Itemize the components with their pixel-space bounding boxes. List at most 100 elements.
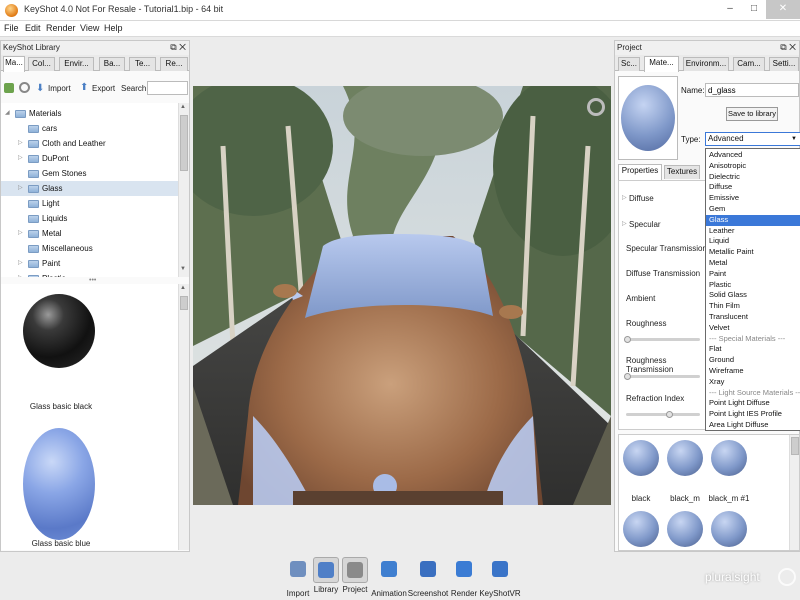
scroll-up-arrow-icon[interactable]: ▲ [180,285,186,291]
refresh-icon[interactable] [4,83,14,93]
library-search-input[interactable] [147,81,188,95]
tab-renders[interactable]: Re... [160,57,188,71]
tree-scrollbar[interactable]: ▲ ▼ [178,103,189,277]
tree-item[interactable]: ▷ Cloth and Leather [1,136,179,151]
tree-item[interactable]: cars [1,121,179,136]
roughness-transmission-slider[interactable] [624,373,700,380]
tab-material[interactable]: Mate... [644,56,679,72]
screenshot-toolbar-button[interactable]: Screenshot [408,557,448,598]
dropdown-option[interactable]: Velvet [706,323,800,334]
panel-float-close-icons[interactable]: ⧉ ✕ [780,42,796,53]
expand-triangle-icon[interactable]: ▷ [622,220,627,227]
render-viewport[interactable] [193,86,611,505]
expand-triangle-icon[interactable]: ▷ [18,181,23,196]
material-thumb[interactable] [711,511,747,547]
tree-item[interactable]: Gem Stones [1,166,179,181]
tab-camera[interactable]: Cam... [733,57,765,71]
dropdown-option[interactable]: Xray [706,377,800,388]
tree-item[interactable]: ▷ Paint [1,256,179,271]
material-thumb-black-m-1[interactable] [711,440,747,476]
menu-help[interactable]: Help [104,23,123,33]
scroll-up-arrow-icon[interactable]: ▲ [180,104,186,110]
menu-file[interactable]: File [4,23,19,33]
tab-backplates[interactable]: Ba... [99,57,125,71]
tree-item[interactable]: Light [1,196,179,211]
export-arrow-icon[interactable]: ⬆ [80,82,88,93]
material-thumb-black[interactable] [623,440,659,476]
dropdown-option[interactable]: Paint [706,269,800,280]
menu-edit[interactable]: Edit [25,23,41,33]
tab-materials[interactable]: Ma... [3,56,25,72]
refraction-index-slider-knob[interactable] [666,411,673,418]
animation-toolbar-button[interactable]: Animation [371,557,407,598]
material-thumb[interactable] [667,511,703,547]
dropdown-option[interactable]: Diffuse [706,182,800,193]
expand-triangle-icon[interactable]: ▷ [18,271,23,277]
dropdown-option[interactable]: Point Light Diffuse [706,398,800,409]
dropdown-option[interactable]: Point Light IES Profile [706,409,800,420]
splitter-handle[interactable]: ••• [89,277,96,284]
materials-scrollbar[interactable] [789,435,799,550]
glass-basic-black-sphere[interactable] [23,294,95,368]
dropdown-option[interactable]: Plastic [706,280,800,291]
menu-view[interactable]: View [80,23,99,33]
dropdown-option[interactable]: Solid Glass [706,290,800,301]
subtab-properties[interactable]: Properties [618,164,662,180]
tree-item[interactable]: ▷ DuPont [1,151,179,166]
dropdown-option[interactable]: Leather [706,226,800,237]
minimize-button[interactable]: – [718,0,742,19]
dropdown-option[interactable]: Ground [706,355,800,366]
thumbnails-scrollbar[interactable]: ▲ [178,284,189,550]
glass-basic-blue-sphere[interactable] [23,428,95,540]
panel-float-close-icons[interactable]: ⧉ ✕ [170,42,186,53]
dropdown-option[interactable]: Metallic Paint [706,247,800,258]
close-button[interactable]: ✕ [766,0,800,19]
dropdown-option[interactable]: Dielectric [706,172,800,183]
dropdown-option[interactable]: Liquid [706,236,800,247]
dropdown-option[interactable]: Area Light Diffuse [706,420,800,430]
tab-scene[interactable]: Sc... [618,57,640,71]
library-import-button[interactable]: Import [48,84,71,93]
dropdown-option[interactable]: Translucent [706,312,800,323]
dropdown-option[interactable]: Advanced [706,150,800,161]
roughness-transmission-slider-knob[interactable] [624,373,631,380]
library-export-button[interactable]: Export [92,84,115,93]
material-name-input[interactable] [705,83,799,97]
menu-render[interactable]: Render [46,23,76,33]
subtab-textures[interactable]: Textures [664,165,700,179]
dropdown-option[interactable]: Emissive [706,193,800,204]
tree-scroll-thumb[interactable] [180,115,188,171]
tree-item[interactable]: ▷ Metal [1,226,179,241]
tree-root-materials[interactable]: ◢ Materials [1,106,179,121]
tab-settings[interactable]: Setti... [769,57,799,71]
materials-scroll-thumb[interactable] [791,437,799,455]
expand-triangle-icon[interactable]: ▷ [18,136,23,151]
expand-triangle-icon[interactable]: ▷ [18,256,23,271]
material-thumb[interactable] [623,511,659,547]
scroll-down-arrow-icon[interactable]: ▼ [180,266,186,272]
cloud-icon[interactable] [19,82,30,93]
dropdown-option[interactable]: Wireframe [706,366,800,377]
render-toolbar-button[interactable]: Render [450,557,478,598]
expand-triangle-icon[interactable]: ▷ [18,151,23,166]
roughness-slider-knob[interactable] [624,336,631,343]
dropdown-option[interactable]: Glass [706,214,800,226]
viewport-settings-icon[interactable] [587,98,605,116]
maximize-button[interactable]: □ [742,0,766,19]
import-arrow-icon[interactable]: ⬇ [36,83,44,94]
type-select[interactable]: Advanced ▼ [705,132,800,146]
dropdown-option[interactable]: Anisotropic [706,161,800,172]
save-to-library-button[interactable]: Save to library [726,107,778,121]
tree-item[interactable]: Liquids [1,211,179,226]
tab-environment[interactable]: Environm... [683,57,729,71]
refraction-index-slider[interactable] [626,411,700,418]
thumbnails-scroll-thumb[interactable] [180,296,188,310]
dropdown-option[interactable]: Metal [706,258,800,269]
tree-item[interactable]: ▷ Glass [1,181,179,196]
dropdown-option[interactable]: Thin Film [706,301,800,312]
roughness-slider[interactable] [624,336,700,343]
material-thumb-black-m[interactable] [667,440,703,476]
tree-item[interactable]: Miscellaneous [1,241,179,256]
tab-environments[interactable]: Envir... [59,57,94,71]
tab-colors[interactable]: Col... [28,57,55,71]
